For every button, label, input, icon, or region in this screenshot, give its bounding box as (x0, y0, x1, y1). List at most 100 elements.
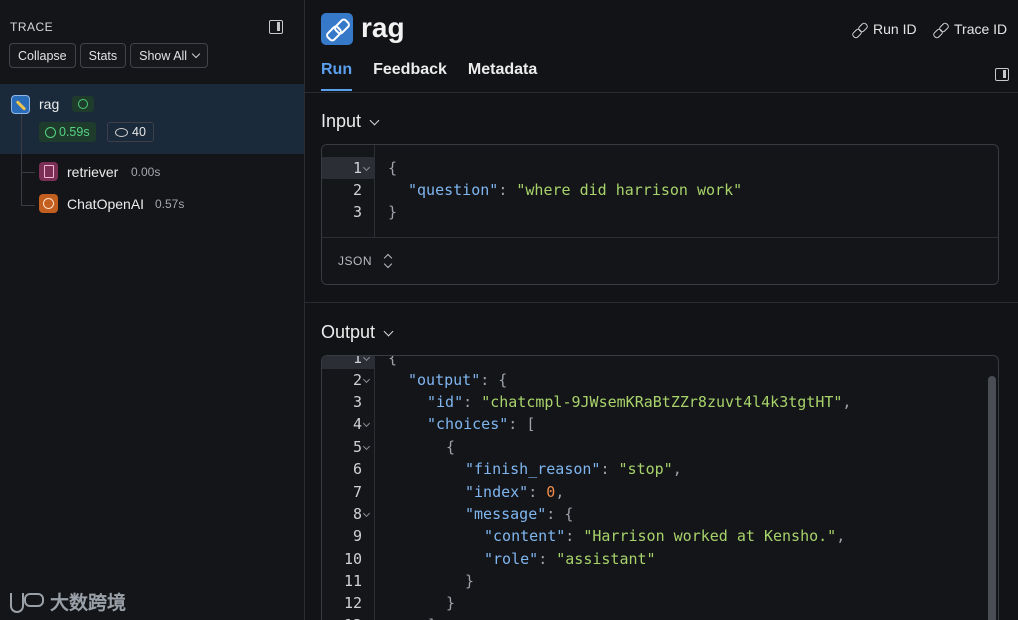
tree-node-retriever-latency: 0.00s (131, 165, 161, 179)
output-scrollbar[interactable] (988, 376, 996, 620)
line-number: 2 (352, 371, 362, 389)
code-text: "id": "chatcmpl-9JWsemKRaBtZZr8zuvt4l4k3… (427, 393, 852, 411)
input-section-toggle[interactable]: Input (321, 111, 380, 132)
format-selector[interactable]: JSON (322, 237, 998, 284)
line-number: 11 (343, 572, 362, 590)
code-line: 9 "content": "Harrison worked at Kensho.… (322, 525, 998, 547)
tab-run[interactable]: Run (321, 61, 353, 91)
trace-title: TRACE (10, 20, 54, 34)
code-text: } (465, 572, 475, 590)
fold-chevron-icon[interactable] (362, 442, 371, 451)
trace-id-button[interactable]: Trace ID (933, 21, 1007, 37)
chain-link-icon (321, 13, 353, 45)
fold-chevron-icon[interactable] (362, 163, 371, 172)
code-text: } (388, 203, 398, 221)
code-text: "role": "assistant" (484, 550, 656, 568)
tabs-divider (305, 92, 1018, 93)
code-text: "output": { (408, 369, 507, 391)
line-number: 9 (352, 527, 362, 545)
show-all-dropdown[interactable]: Show All (130, 43, 209, 68)
code-text: ], (427, 614, 445, 620)
json-string: "assistant" (556, 550, 656, 568)
line-number: 7 (352, 483, 362, 501)
tree-node-rag[interactable] (0, 84, 304, 154)
watermark-text: 大数跨境 (50, 593, 127, 614)
output-code-editor[interactable]: 1 { 2 "output": { 3 "id": "chatcmpl-9JWs… (321, 355, 999, 620)
line-number: 4 (352, 415, 362, 433)
openai-icon (39, 194, 58, 213)
line-number: 1 (352, 355, 362, 367)
stats-button[interactable]: Stats (79, 43, 127, 68)
show-all-label: Show All (139, 48, 188, 63)
json-punct: : [ (508, 415, 536, 433)
code-line: 11 } (322, 570, 998, 592)
tree-connector (21, 205, 35, 206)
input-code-editor[interactable]: 1 { 2 "question": "where did harrison wo… (321, 144, 999, 285)
tree-node-retriever[interactable]: retriever (67, 164, 118, 180)
output-section-toggle[interactable]: Output (321, 322, 394, 343)
fold-chevron-icon[interactable] (362, 509, 371, 518)
code-text: "content": "Harrison worked at Kensho.", (484, 527, 846, 545)
link-icon (933, 22, 948, 37)
code-line: 5 { (322, 436, 998, 458)
json-punct: : { (480, 371, 508, 389)
line-number: 3 (352, 203, 362, 221)
collapse-button[interactable]: Collapse (9, 43, 76, 68)
tree-connector (21, 114, 22, 206)
link-icon (852, 22, 867, 37)
code-text: } (446, 594, 456, 612)
tab-metadata[interactable]: Metadata (468, 61, 537, 91)
tab-feedback[interactable]: Feedback (373, 61, 447, 91)
json-number: 0 (546, 483, 556, 501)
code-text: "index": 0, (465, 483, 565, 501)
fold-chevron-icon[interactable] (362, 375, 371, 384)
run-detail-panel: rag Run ID Trace ID Run Feedback Metadat… (305, 0, 1018, 620)
fold-chevron-icon[interactable] (362, 356, 371, 362)
code-line: 2 "question": "where did harrison work" (322, 179, 998, 201)
run-id-label: Run ID (873, 21, 917, 37)
json-key: "choices" (427, 415, 509, 433)
tree-node-chatopenai-latency: 0.57s (155, 197, 185, 211)
line-number: 13 (322, 614, 362, 620)
code-line: 13 ], (322, 614, 998, 620)
tree-connector (21, 172, 35, 173)
input-heading: Input (321, 111, 362, 131)
code-line: 2 "output": { (322, 369, 998, 391)
code-text: "message": { (465, 503, 573, 525)
line-number: 5 (352, 438, 362, 456)
chevron-down-icon (191, 49, 201, 59)
tree-node-chatopenai[interactable]: ChatOpenAI (67, 196, 144, 212)
json-key: "index" (465, 483, 529, 501)
panel-toggle-icon[interactable] (995, 68, 1009, 81)
code-line: 1 { (322, 355, 998, 369)
line-number: 10 (343, 550, 362, 568)
json-string: "chatcmpl-9JWsemKRaBtZZr8zuvt4l4k3tgtHT" (481, 393, 843, 411)
latency-badge: 0.59s (39, 122, 96, 142)
sidebar-toggle-icon[interactable] (269, 20, 283, 34)
line-number: 8 (352, 505, 362, 523)
output-heading: Output (321, 322, 376, 342)
fold-chevron-icon[interactable] (362, 419, 371, 428)
trace-toolbar: Collapse Stats Show All (9, 43, 209, 68)
token-count-badge: 40 (107, 122, 154, 142)
trace-sidebar: TRACE Collapse Stats Show All rag 0.59s … (0, 0, 305, 620)
code-text: { (388, 355, 398, 367)
json-key: "message" (465, 505, 547, 523)
code-text: "question": "where did harrison work" (408, 181, 743, 199)
code-line: 4 "choices": [ (322, 413, 998, 435)
page-title: rag (361, 12, 405, 43)
json-string: "Harrison worked at Kensho." (583, 527, 837, 545)
code-text: "choices": [ (427, 413, 535, 435)
code-line: 3 "id": "chatcmpl-9JWsemKRaBtZZr8zuvt4l4… (322, 391, 998, 413)
line-number: 6 (352, 460, 362, 478)
code-line: 6 "finish_reason": "stop", (322, 458, 998, 480)
json-key: "id" (427, 393, 464, 411)
code-line: 8 "message": { (322, 503, 998, 525)
code-text: "finish_reason": "stop", (465, 460, 682, 478)
collapse-button-label: Collapse (18, 48, 67, 63)
line-number: 2 (352, 181, 362, 199)
retriever-document-icon (39, 162, 58, 181)
run-id-button[interactable]: Run ID (852, 21, 917, 37)
code-line: 12 } (322, 592, 998, 614)
section-divider (305, 302, 1018, 303)
